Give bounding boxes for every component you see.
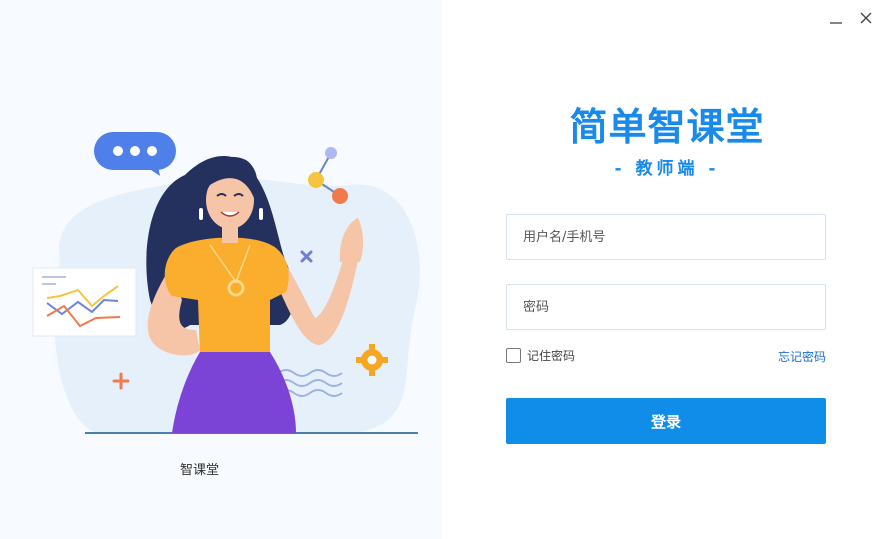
password-input[interactable] [506, 284, 826, 330]
illustration-caption: 智课堂 [180, 463, 220, 478]
remember-checkbox[interactable] [506, 348, 521, 363]
username-input[interactable] [506, 214, 826, 260]
minimize-button[interactable] [826, 8, 846, 28]
teacher-illustration [32, 132, 420, 434]
remember-label: 记住密码 [527, 349, 576, 363]
login-button[interactable]: 登录 [506, 398, 826, 444]
earring-right [259, 208, 263, 220]
login-panel: 简单智课堂 - 教师端 - 记住密码 忘记密码 登录 [442, 0, 886, 539]
chart-card [32, 267, 137, 337]
earring-left [199, 208, 203, 220]
minimize-icon [830, 22, 842, 24]
forgot-password-link[interactable]: 忘记密码 [762, 348, 826, 365]
illustration-panel: 智课堂 [0, 0, 442, 539]
brand-subtitle: - 教师端 - [614, 159, 720, 179]
close-button[interactable] [856, 8, 876, 28]
close-icon [860, 12, 872, 24]
brand-title: 简单智课堂 [569, 105, 765, 149]
remember-password[interactable]: 记住密码 [506, 347, 575, 364]
speech-bubble-icon [94, 132, 176, 176]
